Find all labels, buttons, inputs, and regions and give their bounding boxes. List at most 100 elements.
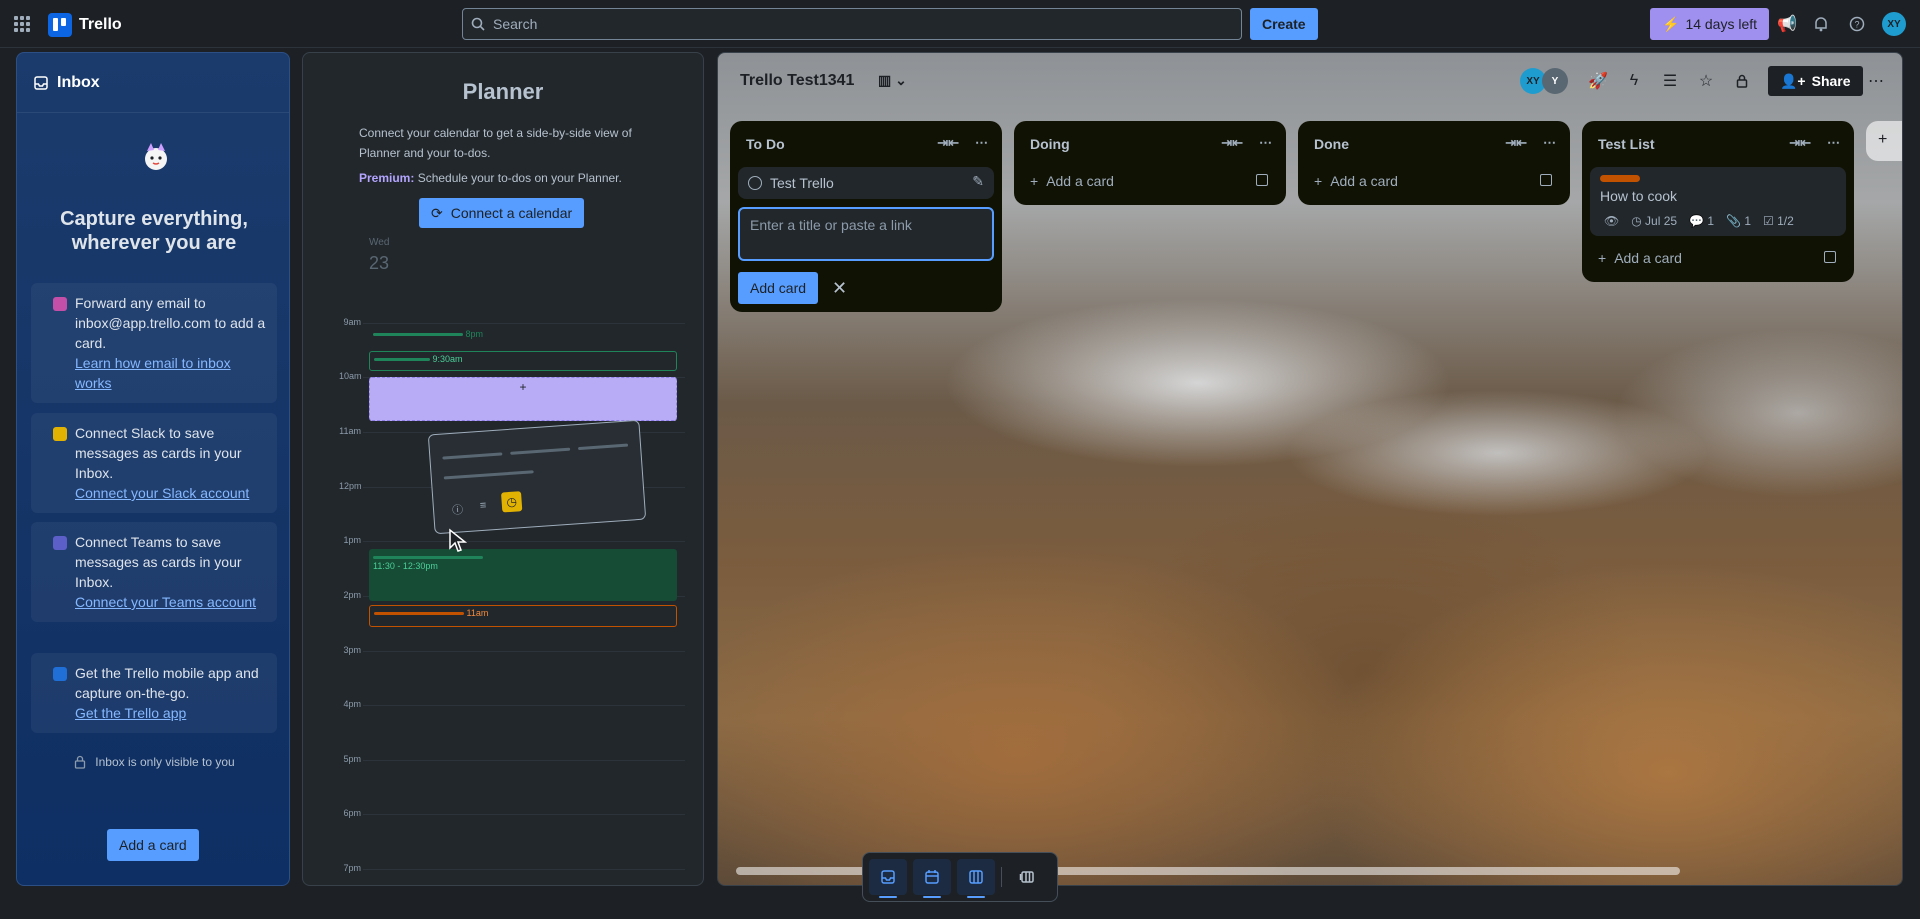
attachments-badge: 📎 1 [1726,214,1751,228]
add-card-button[interactable]: + Add a card [1306,165,1562,197]
add-card-submit-button[interactable]: Add card [738,272,819,304]
hour-label: 10am [339,371,362,381]
list-title: Test List [1598,136,1655,152]
close-icon[interactable]: ✕ [832,278,847,299]
hour-label: 3pm [343,645,361,655]
board-canvas: Trello Test1341 ▥ ⌄ XY Y 🚀 ϟ ☰ ☆ 👤+ Shar… [717,52,1903,886]
share-button[interactable]: 👤+ Share [1768,66,1863,96]
card-template-icon[interactable] [1256,174,1268,186]
event-time: 11:30 - 12:30pm [373,561,438,571]
attachment-count: 1 [1744,214,1752,228]
app-switcher-icon[interactable] [14,16,30,32]
more-menu-icon[interactable]: ⋯ [1864,69,1888,93]
complete-toggle-icon[interactable] [748,176,762,190]
mobile-tip-link[interactable]: Get the Trello app [75,703,267,723]
card-test-trello[interactable]: Test Trello ✎ [738,167,994,199]
list-header[interactable]: To Do ⇥⇤ ⋯ [738,129,994,159]
add-list-button[interactable]: + [1866,121,1902,161]
teams-tip-text: Connect Teams to save messages as cards … [75,534,242,590]
comments-badge: 💬 1 [1689,214,1714,228]
email-icon [53,297,67,311]
list-menu-icon[interactable]: ⋯ [1827,135,1840,151]
slack-tip-card: Connect Slack to save messages as cards … [31,413,277,513]
card-how-to-cook[interactable]: How to cook 👁 ◷ Jul 25 💬 1 📎 1 ☑ 1/2 [1590,167,1846,236]
list-header[interactable]: Test List ⇥⇤ ⋯ [1590,129,1846,159]
add-card-button[interactable]: + Add a card [1022,165,1278,197]
card-title-input[interactable] [738,207,994,261]
member-avatar[interactable]: Y [1542,68,1568,94]
search-input[interactable] [493,16,1193,32]
inbox-privacy-note: Inbox is only visible to you [17,755,289,769]
card-template-icon[interactable] [1824,251,1836,263]
visibility-lock-icon[interactable] [1730,69,1754,93]
list-menu-icon[interactable]: ⋯ [1259,135,1272,151]
trello-logo[interactable]: Trello [48,13,122,37]
search-bar[interactable] [462,8,1242,40]
inbox-title: Inbox [57,73,100,91]
teams-tip-link[interactable]: Connect your Teams account [75,592,267,612]
inbox-panel: Inbox Capture everything, wherever you a… [16,52,290,886]
create-button[interactable]: Create [1250,8,1318,40]
list-menu-icon[interactable]: ⋯ [1543,135,1556,151]
clock-icon: ◷ [1631,214,1646,228]
plus-icon: + [1314,173,1323,189]
trial-button[interactable]: ⚡ 14 days left [1650,8,1770,40]
sparkle-icon: ⚡ [1662,15,1680,32]
list-title: To Do [746,136,785,152]
hour-label: 5pm [343,754,361,764]
due-date-badge[interactable]: ◷ Jul 25 [1631,214,1677,228]
switch-boards-icon[interactable] [1008,859,1046,895]
planner-title: Planner [462,79,544,104]
planner-description: Connect your calendar to get a side-by-s… [359,126,632,160]
star-icon[interactable]: ☆ [1694,69,1718,93]
plus-icon: + [519,380,527,394]
add-card-label: Add a card [1330,173,1398,189]
collapse-icon[interactable]: ⇥⇤ [1221,135,1243,151]
edit-icon[interactable]: ✎ [972,173,984,190]
board-view-switcher-icon[interactable]: ▥ ⌄ [878,72,907,89]
board-title[interactable]: Trello Test1341 [740,72,854,90]
user-avatar[interactable]: XY [1882,12,1906,36]
due-date: Jul 25 [1645,214,1678,228]
lock-icon [75,755,86,769]
calendar-event: 11:30 - 12:30pm [369,549,677,601]
collapse-icon[interactable]: ⇥⇤ [1505,135,1527,151]
list-menu-icon[interactable]: ⋯ [975,135,988,151]
slack-tip-text: Connect Slack to save messages as cards … [75,425,242,481]
calendar-weekday: Wed [369,237,390,248]
hour-label: 6pm [343,808,361,818]
list-header[interactable]: Done ⇥⇤ ⋯ [1306,129,1562,159]
mobile-tip-text: Get the Trello mobile app and capture on… [75,665,259,701]
inbox-heading: Capture everything, wherever you are [60,208,248,254]
checklist-count: 1/2 [1777,214,1794,228]
power-ups-icon[interactable]: 🚀 [1586,69,1610,93]
add-card-label: Add a card [1614,250,1682,266]
dragged-card-preview: ⓘ ≡ ◷ [427,419,647,535]
add-card-button[interactable]: + Add a card [1590,242,1846,274]
inbox-view-icon[interactable] [869,859,907,898]
hour-label: 12pm [339,481,362,491]
card-template-icon[interactable] [1540,174,1552,186]
calendar-event: 11am [369,605,677,627]
hour-label: 9am [343,317,361,327]
card-label[interactable] [1600,175,1640,182]
filter-icon[interactable]: ☰ [1658,69,1682,93]
notifications-icon[interactable] [1810,13,1832,35]
slack-tip-link[interactable]: Connect your Slack account [75,483,267,503]
teams-tip-card: Connect Teams to save messages as cards … [31,522,277,622]
inbox-privacy-text: Inbox is only visible to you [95,755,235,769]
megaphone-icon[interactable]: 📢 [1776,13,1798,35]
inbox-add-card-button[interactable]: Add a card [107,829,199,861]
email-tip-link[interactable]: Learn how email to inbox works [75,353,267,393]
collapse-icon[interactable]: ⇥⇤ [1789,135,1811,151]
automation-icon[interactable]: ϟ [1622,69,1646,93]
search-icon [471,17,485,31]
collapse-icon[interactable]: ⇥⇤ [937,135,959,151]
board-view-icon[interactable] [957,859,995,898]
list-doing: Doing ⇥⇤ ⋯ + Add a card [1014,121,1286,205]
planner-panel: Planner Connect your calendar to get a s… [302,52,704,886]
help-icon[interactable]: ? [1846,13,1868,35]
add-member-icon: 👤+ [1780,72,1806,89]
list-header[interactable]: Doing ⇥⇤ ⋯ [1022,129,1278,159]
planner-view-icon[interactable] [913,859,951,898]
